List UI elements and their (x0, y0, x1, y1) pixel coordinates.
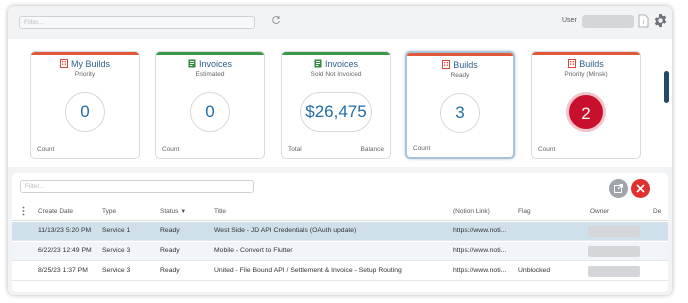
card-builds-priority-minsk[interactable]: Builds Priority (Minsk) 2 Count (531, 51, 641, 159)
card-accent-bar (282, 52, 390, 55)
cell-type: Service 3 (102, 267, 131, 274)
column-header-flag[interactable]: Flag (518, 208, 531, 215)
sort-desc-icon: ▼ (180, 209, 187, 215)
cards-scrollbar-track[interactable] (664, 42, 669, 164)
card-builds-ready[interactable]: Builds Ready 3 Count (405, 51, 515, 159)
external-link-icon (614, 184, 623, 193)
cell-create-date: 11/13/23 5:20 PM (38, 227, 92, 234)
card-subtitle: Ready (450, 72, 470, 79)
card-footer-left: Count (162, 146, 180, 153)
summary-cards: My Builds Priority 0 Count Invoices Esti… (8, 39, 672, 167)
user-label: User (562, 17, 577, 24)
svg-text:i: i (643, 20, 644, 26)
card-value: 2 (566, 92, 606, 132)
table-row[interactable]: 8/25/23 1:37 PM Service 3 Ready United -… (12, 262, 668, 281)
cell-notion-link[interactable]: https://www.noti... (453, 227, 506, 234)
close-icon (636, 184, 645, 193)
cell-notion-link[interactable]: https://www.noti... (453, 267, 506, 274)
building-icon (442, 60, 451, 69)
cell-owner (588, 226, 640, 237)
card-accent-bar (31, 52, 139, 55)
user-select[interactable] (582, 15, 634, 28)
card-accent-bar (532, 52, 640, 55)
card-subtitle: Estimated (195, 71, 225, 78)
table-row[interactable]: 6/22/23 12:49 PM Service 3 Ready Mobile … (12, 242, 668, 261)
top-toolbar: Filter... User i (8, 6, 672, 38)
card-footer-left: Count (413, 145, 431, 152)
building-icon (59, 59, 68, 68)
app-window: Filter... User i My Builds Priority 0 Co… (8, 6, 672, 295)
card-footer-right: Balance (360, 146, 385, 153)
card-value: 0 (65, 92, 105, 132)
refresh-icon[interactable] (270, 15, 282, 27)
card-accent-bar (156, 52, 264, 55)
export-button[interactable] (609, 179, 628, 198)
card-subtitle: Priority (Minsk) (564, 71, 608, 78)
card-invoices-sold-not-invoiced[interactable]: Invoices Sold Not Invoiced $26,475 Total… (281, 51, 391, 159)
column-header-status[interactable]: Status ▼ (160, 208, 186, 215)
card-subtitle: Sold Not Invoiced (310, 71, 362, 78)
cell-create-date: 8/25/23 1:37 PM (38, 267, 88, 274)
card-accent-bar (407, 53, 513, 56)
card-title: Builds (532, 59, 640, 69)
column-header-owner[interactable]: Owner (590, 208, 609, 215)
cell-type: Service 1 (102, 227, 131, 234)
cell-title: United - File Bound API / Settlement & I… (214, 267, 402, 274)
column-header-create-date[interactable]: Create Date (38, 208, 73, 215)
table-row[interactable]: 11/13/23 5:20 PM Service 1 Ready West Si… (12, 222, 668, 241)
close-button[interactable] (631, 179, 650, 198)
cell-owner (588, 246, 640, 257)
card-footer-left: Total (288, 146, 302, 153)
card-value: 3 (440, 93, 480, 133)
cell-status: Ready (160, 227, 180, 234)
card-value: 0 (190, 92, 230, 132)
card-footer-left: Count (538, 146, 556, 153)
top-filter-input[interactable]: Filter... (19, 16, 255, 29)
card-title: Builds (407, 60, 513, 70)
invoice-icon (314, 59, 322, 68)
cell-title: Mobile - Convert to Flutter (214, 247, 293, 254)
cell-notion-link[interactable]: https://www.noti... (453, 247, 506, 254)
column-header-type[interactable]: Type (102, 208, 116, 215)
document-icon[interactable]: i (638, 14, 649, 28)
builds-table-panel: Filter... Create Date Type Status ▼ Titl… (12, 173, 668, 292)
table-header: Create Date Type Status ▼ Title (Notion … (12, 204, 668, 221)
cell-title: West Side - JD API Credentials (OAuth up… (214, 227, 357, 234)
cell-type: Service 3 (102, 247, 131, 254)
card-invoices-estimated[interactable]: Invoices Estimated 0 Count (155, 51, 265, 159)
card-subtitle: Priority (74, 71, 96, 78)
invoice-icon (188, 59, 196, 68)
cell-owner (588, 266, 640, 277)
building-icon (568, 59, 577, 68)
cell-status: Ready (160, 267, 180, 274)
column-header-de[interactable]: De (653, 208, 661, 215)
card-value: $26,475 (300, 92, 372, 132)
card-title: My Builds (31, 59, 139, 69)
table-filter-input[interactable]: Filter... (20, 180, 254, 193)
column-header-notion-link[interactable]: (Notion Link) (453, 208, 490, 215)
card-title: Invoices (156, 59, 264, 69)
column-header-title[interactable]: Title (214, 208, 226, 215)
column-menu-icon[interactable] (22, 206, 25, 218)
gear-icon[interactable] (653, 13, 668, 28)
cell-create-date: 6/22/23 12:49 PM (38, 247, 92, 254)
cell-status: Ready (160, 247, 180, 254)
card-footer-left: Count (37, 146, 55, 153)
card-title: Invoices (282, 59, 390, 69)
cards-scrollbar-thumb[interactable] (664, 71, 669, 103)
cell-flag: Unblocked (518, 267, 551, 274)
card-my-builds-priority[interactable]: My Builds Priority 0 Count (30, 51, 140, 159)
